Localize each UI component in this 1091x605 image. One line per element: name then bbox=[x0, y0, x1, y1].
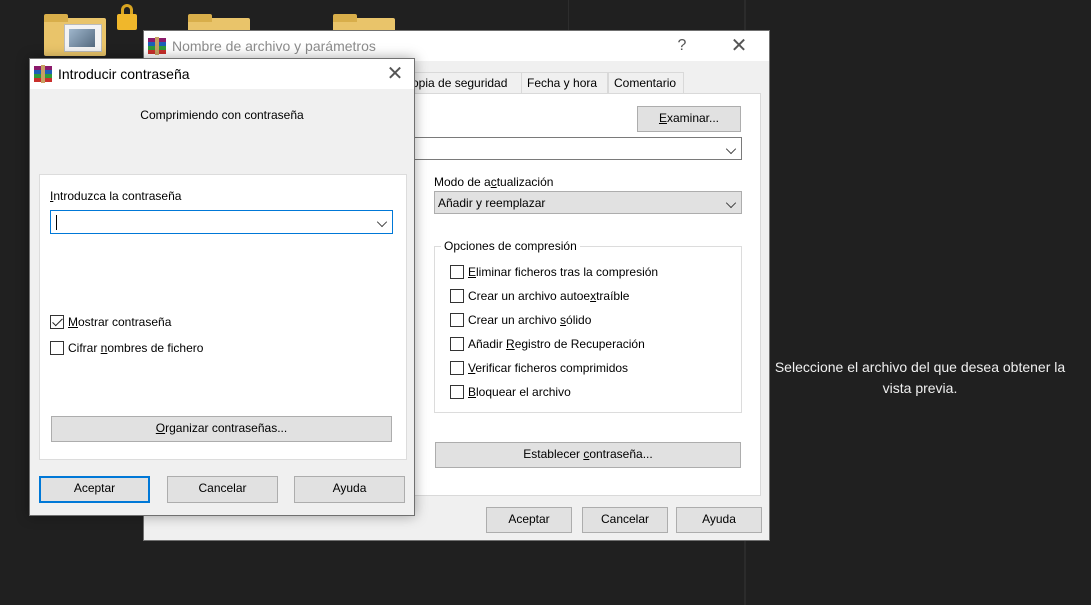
help-button[interactable]: Ayuda bbox=[294, 476, 405, 503]
window-title: Nombre de archivo y parámetros bbox=[172, 38, 376, 54]
preview-pane-message: Seleccione el archivo del que desea obte… bbox=[774, 359, 1066, 396]
update-mode-label: Modo de actualización bbox=[434, 175, 554, 189]
cancel-button[interactable]: Cancelar bbox=[582, 507, 668, 533]
chevron-down-icon bbox=[725, 197, 737, 209]
checkbox-box[interactable] bbox=[450, 313, 464, 327]
update-mode-select[interactable]: Añadir y reemplazar bbox=[434, 191, 742, 214]
checkbox-box[interactable] bbox=[450, 265, 464, 279]
close-icon[interactable]: ✕ bbox=[375, 59, 415, 89]
tab-backup[interactable]: opia de seguridad bbox=[406, 72, 522, 94]
checkbox-box[interactable] bbox=[50, 315, 64, 329]
explorer-column-divider bbox=[568, 0, 569, 30]
winrar-app-icon bbox=[148, 37, 166, 55]
checkbox-box[interactable] bbox=[450, 385, 464, 399]
browse-button[interactable]: Examinar... bbox=[637, 106, 741, 132]
password-input[interactable] bbox=[50, 210, 393, 234]
lock-icon bbox=[117, 4, 137, 30]
accept-button[interactable]: Aceptar bbox=[39, 476, 150, 503]
password-label: Introduzca la contraseña bbox=[50, 189, 182, 203]
title-bar[interactable]: Nombre de archivo y parámetros ? ✕ bbox=[144, 31, 769, 61]
compression-options-title: Opciones de compresión bbox=[441, 239, 580, 253]
dialog-header-area: Comprimiendo con contraseña bbox=[30, 89, 414, 174]
cancel-button[interactable]: Cancelar bbox=[167, 476, 278, 503]
checkbox-box[interactable] bbox=[50, 341, 64, 355]
organize-passwords-button[interactable]: Organizar contraseñas... bbox=[51, 416, 392, 442]
update-mode-value: Añadir y reemplazar bbox=[438, 196, 546, 210]
winrar-app-icon bbox=[34, 65, 52, 83]
checkbox-box[interactable] bbox=[450, 289, 464, 303]
tab-date-time[interactable]: Fecha y hora bbox=[521, 72, 608, 94]
archive-name-combo[interactable] bbox=[403, 137, 742, 160]
dialog-title: Introducir contraseña bbox=[58, 66, 190, 82]
checkbox-box[interactable] bbox=[450, 337, 464, 351]
help-button[interactable]: Ayuda bbox=[676, 507, 762, 533]
title-bar[interactable]: Introducir contraseña ✕ bbox=[30, 59, 414, 89]
accept-button[interactable]: Aceptar bbox=[486, 507, 572, 533]
set-password-button[interactable]: Establecer contraseña... bbox=[435, 442, 741, 468]
chevron-down-icon[interactable] bbox=[376, 216, 388, 228]
tab-comment[interactable]: Comentario bbox=[608, 72, 684, 94]
chevron-down-icon bbox=[725, 143, 737, 155]
folder-icon[interactable] bbox=[44, 14, 106, 56]
enter-password-dialog: Introducir contraseña ✕ Comprimiendo con… bbox=[29, 58, 415, 516]
text-caret bbox=[56, 215, 57, 230]
checkbox-box[interactable] bbox=[450, 361, 464, 375]
dialog-heading: Comprimiendo con contraseña bbox=[140, 108, 304, 122]
compression-options-group: Opciones de compresión Eliminar ficheros… bbox=[434, 239, 742, 413]
help-button[interactable]: ? bbox=[662, 31, 702, 61]
close-icon[interactable]: ✕ bbox=[719, 31, 759, 61]
